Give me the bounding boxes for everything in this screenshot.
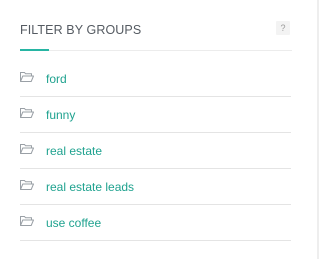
- group-label: ford: [46, 72, 67, 86]
- help-button[interactable]: ?: [276, 21, 290, 35]
- folder-open-icon: [20, 72, 34, 82]
- folder-open-icon: [20, 180, 34, 190]
- filter-title: FILTER BY GROUPS: [20, 23, 142, 37]
- filter-header: FILTER BY GROUPS: [20, 22, 292, 51]
- group-label: real estate: [46, 144, 103, 158]
- panel-border: [317, 0, 319, 259]
- group-label: real estate leads: [46, 180, 135, 194]
- folder-open-icon: [20, 216, 34, 226]
- group-item-ford[interactable]: ford: [20, 61, 291, 97]
- folder-open-icon: [20, 108, 34, 118]
- group-item-real-estate[interactable]: real estate: [20, 133, 291, 169]
- group-label: funny: [46, 108, 76, 122]
- group-item-use-coffee[interactable]: use coffee: [20, 205, 291, 241]
- group-item-funny[interactable]: funny: [20, 97, 291, 133]
- group-label: use coffee: [46, 216, 102, 230]
- group-list: ford funny real estate real estate leads: [20, 61, 291, 241]
- folder-open-icon: [20, 144, 34, 154]
- title-accent-underline: [20, 49, 49, 51]
- filter-by-groups-panel: FILTER BY GROUPS ? ford funny real estat…: [0, 0, 319, 259]
- group-item-real-estate-leads[interactable]: real estate leads: [20, 169, 291, 205]
